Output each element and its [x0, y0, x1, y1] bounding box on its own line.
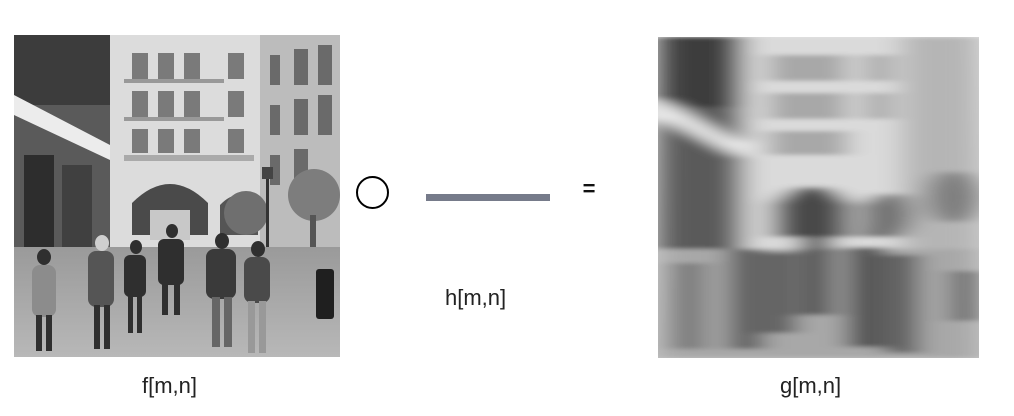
output-label: g[m,n] [780, 373, 842, 398]
kernel-line [426, 194, 550, 201]
input-label: f[m,n] [142, 373, 198, 398]
output-image-g [658, 37, 979, 358]
convolution-operator-icon [356, 176, 389, 209]
kernel-label: h[m,n] [445, 285, 507, 310]
input-image-f [14, 35, 340, 357]
blurred-photo [658, 37, 979, 358]
street-photo [14, 35, 340, 357]
equals-sign: = [582, 176, 596, 201]
